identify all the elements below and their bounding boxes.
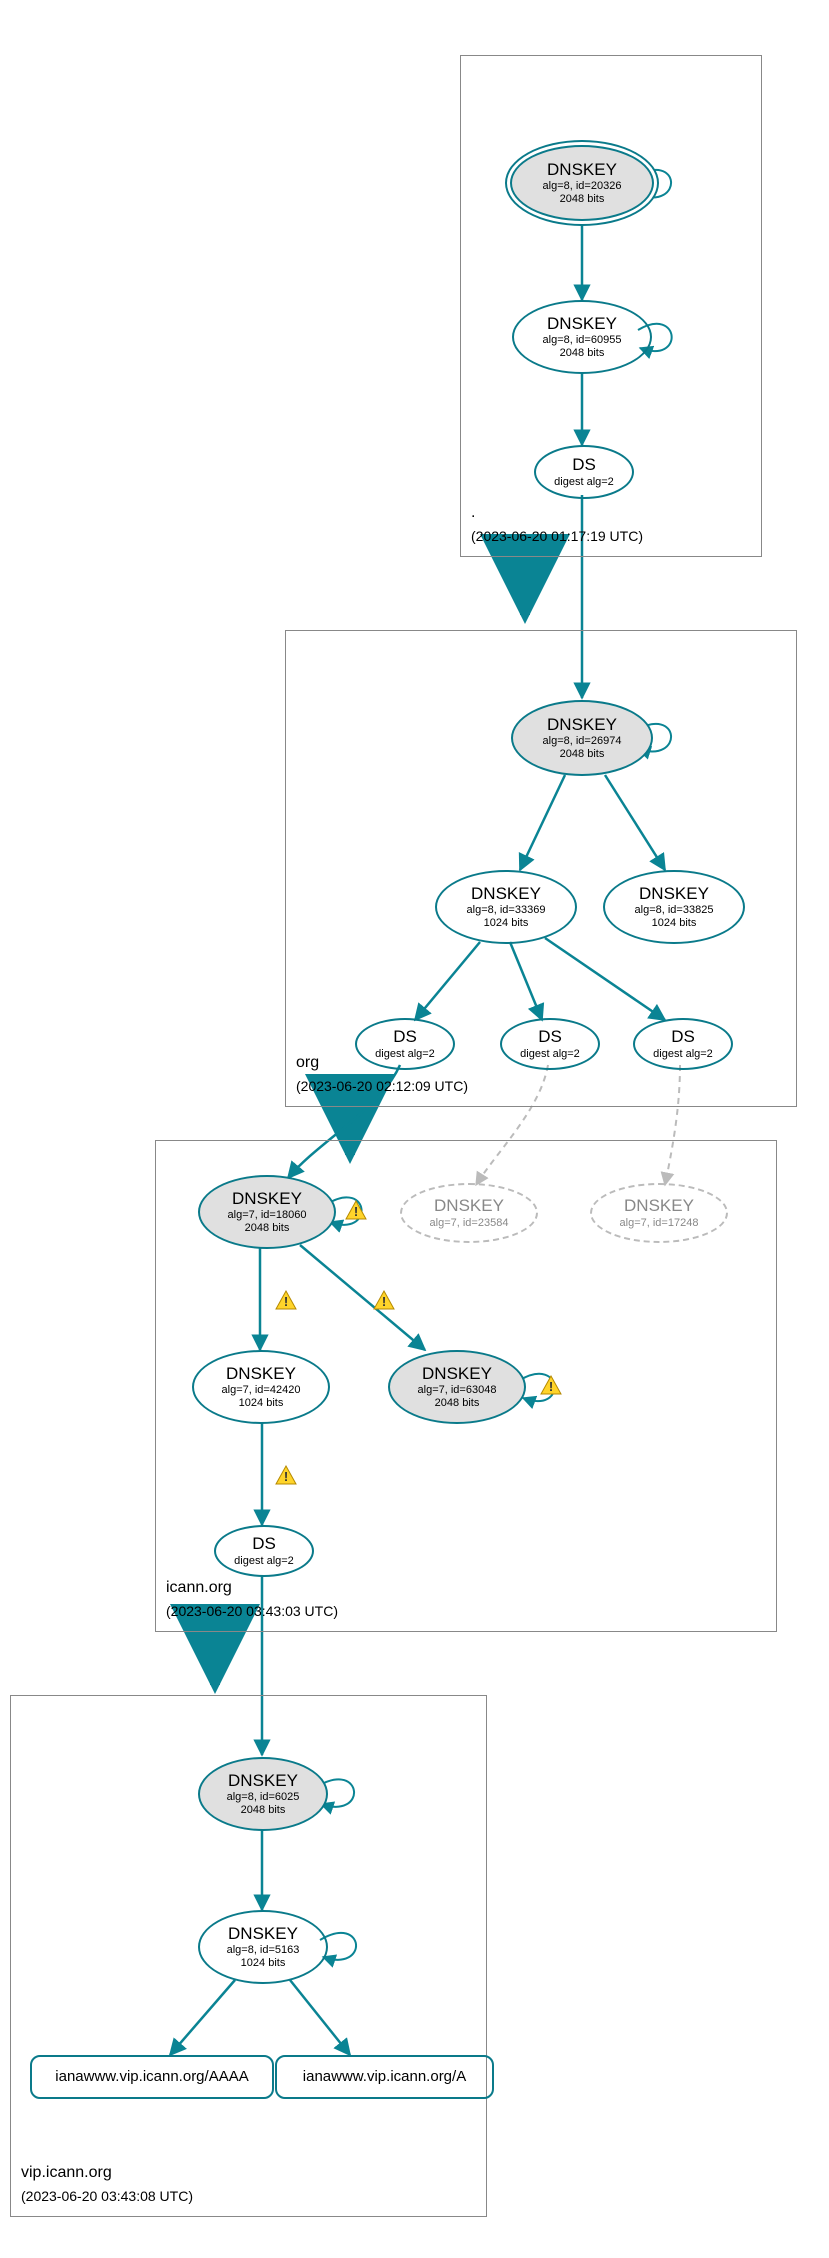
node-sub2: 1024 bits	[239, 1397, 284, 1410]
node-title: DS	[252, 1534, 276, 1554]
node-sub2: 2048 bits	[560, 347, 605, 360]
node-sub2: 2048 bits	[241, 1804, 286, 1817]
node-icann-ds[interactable]: DS digest alg=2	[214, 1525, 314, 1577]
zone-vip-ts: (2023-06-20 03:43:08 UTC)	[21, 2188, 193, 2204]
zone-org-ts: (2023-06-20 02:12:09 UTC)	[296, 1078, 468, 1094]
node-title: DNSKEY	[422, 1364, 492, 1384]
node-root-ksk[interactable]: DNSKEY alg=8, id=20326 2048 bits	[510, 145, 654, 221]
zone-icann-name: icann.org	[166, 1579, 232, 1597]
node-sub2: 2048 bits	[435, 1397, 480, 1410]
svg-text:!: !	[382, 1294, 386, 1309]
node-title: DNSKEY	[434, 1196, 504, 1216]
node-org-zsk1[interactable]: DNSKEY alg=8, id=33369 1024 bits	[435, 870, 577, 944]
node-org-ds3[interactable]: DS digest alg=2	[633, 1018, 733, 1070]
warning-icon: !	[275, 1465, 297, 1485]
node-sub1: alg=8, id=5163	[227, 1944, 300, 1957]
node-sub1: alg=8, id=20326	[543, 180, 622, 193]
node-sub1: alg=7, id=42420	[222, 1384, 301, 1397]
node-org-zsk2[interactable]: DNSKEY alg=8, id=33825 1024 bits	[603, 870, 745, 944]
node-sub2: 2048 bits	[560, 748, 605, 761]
node-org-ds2[interactable]: DS digest alg=2	[500, 1018, 600, 1070]
node-sub1: digest alg=2	[520, 1048, 580, 1061]
node-sub1: alg=8, id=33369	[467, 904, 546, 917]
node-icann-dashed1[interactable]: DNSKEY alg=7, id=23584	[400, 1183, 538, 1243]
node-title: DNSKEY	[639, 884, 709, 904]
node-sub1: digest alg=2	[653, 1048, 713, 1061]
warning-icon: !	[540, 1375, 562, 1395]
node-sub1: alg=8, id=26974	[543, 735, 622, 748]
node-title: DNSKEY	[228, 1924, 298, 1944]
node-sub2: 1024 bits	[652, 917, 697, 930]
node-sub1: digest alg=2	[554, 476, 614, 489]
node-sub1: digest alg=2	[234, 1555, 294, 1568]
node-sub1: alg=8, id=33825	[635, 904, 714, 917]
node-title: DNSKEY	[232, 1189, 302, 1209]
node-title: DS	[393, 1027, 417, 1047]
node-icann-sep[interactable]: DNSKEY alg=7, id=63048 2048 bits	[388, 1350, 526, 1424]
node-title: DS	[671, 1027, 695, 1047]
node-icann-zsk[interactable]: DNSKEY alg=7, id=42420 1024 bits	[192, 1350, 330, 1424]
svg-text:!: !	[549, 1379, 553, 1394]
zone-vip-name: vip.icann.org	[21, 2164, 112, 2182]
node-root-zsk[interactable]: DNSKEY alg=8, id=60955 2048 bits	[512, 300, 652, 374]
node-title: DNSKEY	[471, 884, 541, 904]
node-title: DNSKEY	[547, 314, 617, 334]
node-vip-a[interactable]: ianawww.vip.icann.org/A	[275, 2055, 494, 2099]
node-sub2: 2048 bits	[245, 1222, 290, 1235]
node-title: DNSKEY	[226, 1364, 296, 1384]
warning-icon: !	[373, 1290, 395, 1310]
node-sub2: 2048 bits	[560, 193, 605, 206]
node-title: DNSKEY	[547, 715, 617, 735]
node-root-ds[interactable]: DS digest alg=2	[534, 445, 634, 499]
node-title: ianawww.vip.icann.org/A	[303, 2068, 466, 2086]
svg-text:!: !	[354, 1204, 358, 1219]
zone-root-name: .	[471, 504, 475, 522]
node-title: DS	[538, 1027, 562, 1047]
node-title: DNSKEY	[624, 1196, 694, 1216]
node-sub1: alg=7, id=17248	[620, 1217, 699, 1230]
node-vip-ksk[interactable]: DNSKEY alg=8, id=6025 2048 bits	[198, 1757, 328, 1831]
node-icann-dashed2[interactable]: DNSKEY alg=7, id=17248	[590, 1183, 728, 1243]
node-sub1: alg=8, id=6025	[227, 1791, 300, 1804]
svg-text:!: !	[284, 1469, 288, 1484]
zone-icann-ts: (2023-06-20 03:43:03 UTC)	[166, 1603, 338, 1619]
node-sub1: alg=7, id=63048	[418, 1384, 497, 1397]
node-title: DNSKEY	[228, 1771, 298, 1791]
node-sub2: 1024 bits	[241, 1957, 286, 1970]
svg-text:!: !	[284, 1294, 288, 1309]
zone-root-ts: (2023-06-20 01:17:19 UTC)	[471, 528, 643, 544]
warning-icon: !	[275, 1290, 297, 1310]
node-sub2: 1024 bits	[484, 917, 529, 930]
zone-org-name: org	[296, 1054, 319, 1072]
node-sub1: digest alg=2	[375, 1048, 435, 1061]
node-sub1: alg=7, id=18060	[228, 1209, 307, 1222]
node-org-ksk[interactable]: DNSKEY alg=8, id=26974 2048 bits	[511, 700, 653, 776]
node-title: DNSKEY	[547, 160, 617, 180]
node-vip-zsk[interactable]: DNSKEY alg=8, id=5163 1024 bits	[198, 1910, 328, 1984]
node-org-ds1[interactable]: DS digest alg=2	[355, 1018, 455, 1070]
node-sub1: alg=8, id=60955	[543, 334, 622, 347]
node-title: ianawww.vip.icann.org/AAAA	[55, 2068, 248, 2086]
node-vip-aaaa[interactable]: ianawww.vip.icann.org/AAAA	[30, 2055, 274, 2099]
node-icann-ksk[interactable]: DNSKEY alg=7, id=18060 2048 bits	[198, 1175, 336, 1249]
node-title: DS	[572, 455, 596, 475]
warning-icon: !	[345, 1200, 367, 1220]
node-sub1: alg=7, id=23584	[430, 1217, 509, 1230]
